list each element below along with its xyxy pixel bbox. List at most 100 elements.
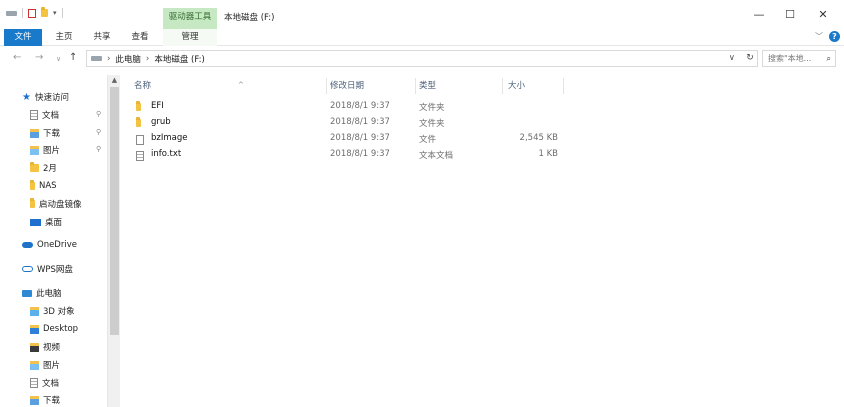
nav-downloads[interactable]: 下载 bbox=[30, 126, 60, 140]
nav-quick-access[interactable]: ★ 快速访问 bbox=[22, 90, 69, 104]
maximize-button[interactable]: ☐ bbox=[775, 8, 805, 24]
breadcrumb-separator: › bbox=[145, 53, 150, 64]
nav-videos[interactable]: 视频 bbox=[30, 340, 60, 354]
nav-item-label: 文档 bbox=[42, 379, 60, 389]
search-input[interactable]: 搜索"本地... ⌕ bbox=[762, 50, 836, 67]
cloud-outline-icon bbox=[22, 266, 33, 272]
recent-locations-icon[interactable]: ∨ bbox=[56, 55, 61, 63]
pictures-icon bbox=[30, 145, 39, 155]
pictures-icon bbox=[30, 360, 39, 370]
videos-icon bbox=[30, 342, 39, 352]
tab-view[interactable]: 查看 bbox=[126, 29, 154, 46]
nav-item-label: 快速访问 bbox=[34, 93, 69, 103]
file-row-info-txt[interactable]: info.txt 2018/8/1 9:37 文本文档 1 KB bbox=[130, 147, 830, 162]
nav-wps-drive[interactable]: WPS网盘 bbox=[22, 262, 73, 276]
column-header-size[interactable]: 大小 bbox=[504, 78, 564, 94]
nav-item-label: 此电脑 bbox=[36, 289, 62, 299]
documents-icon bbox=[30, 378, 38, 388]
minimize-button[interactable]: — bbox=[744, 8, 774, 24]
quick-access-toolbar: ▾ bbox=[6, 7, 63, 18]
file-type: 文件 bbox=[419, 135, 437, 145]
nav-item-label: 启动盘镜像 bbox=[39, 200, 82, 210]
downloads-icon bbox=[30, 128, 39, 138]
new-folder-icon[interactable] bbox=[41, 7, 48, 17]
tab-file[interactable]: 文件 bbox=[4, 29, 42, 46]
tab-manage[interactable]: 管理 bbox=[163, 29, 217, 46]
qat-divider bbox=[61, 8, 63, 18]
tab-share[interactable]: 共享 bbox=[88, 29, 116, 46]
close-button[interactable]: ✕ bbox=[808, 8, 838, 24]
nav-item-label: NAS bbox=[39, 181, 57, 191]
nav-folder-february[interactable]: 2月 bbox=[30, 161, 57, 175]
tab-home[interactable]: 主页 bbox=[50, 29, 78, 46]
refresh-button[interactable]: ↻ bbox=[742, 50, 758, 67]
scrollbar-thumb[interactable] bbox=[110, 87, 119, 335]
nav-folder-nas[interactable]: NAS bbox=[30, 179, 57, 193]
pin-icon[interactable]: ⚲ bbox=[96, 128, 101, 136]
folder-icon bbox=[30, 162, 39, 172]
file-icon bbox=[136, 135, 144, 145]
back-button[interactable]: ← bbox=[13, 52, 21, 63]
file-row-bzimage[interactable]: bzImage 2018/8/1 9:37 文件 2,545 KB bbox=[130, 131, 830, 146]
column-header-modified[interactable]: 修改日期 bbox=[328, 78, 416, 94]
nav-documents-pc[interactable]: 文档 bbox=[30, 376, 59, 390]
ribbon-controls: ﹀ ? bbox=[815, 31, 840, 42]
nav-desktop-folder[interactable]: Desktop bbox=[30, 322, 78, 336]
file-modified: 2018/8/1 9:37 bbox=[330, 101, 390, 111]
file-size: 1 KB bbox=[538, 149, 558, 159]
desktop-icon bbox=[30, 218, 41, 226]
forward-button[interactable]: → bbox=[35, 52, 43, 63]
nav-pictures[interactable]: 图片 bbox=[30, 143, 60, 157]
nav-this-pc[interactable]: 此电脑 bbox=[22, 286, 62, 300]
file-row-efi[interactable]: EFI 2018/8/1 9:37 文件夹 bbox=[130, 99, 830, 114]
file-row-grub[interactable]: grub 2018/8/1 9:37 文件夹 bbox=[130, 115, 830, 130]
expand-ribbon-icon[interactable]: ﹀ bbox=[815, 31, 823, 42]
cloud-icon bbox=[22, 242, 33, 248]
column-header-name[interactable]: 名称 ^ bbox=[134, 78, 327, 94]
qat-dropdown-icon[interactable]: ▾ bbox=[53, 9, 57, 17]
navigation-pane: ★ 快速访问 文档 ⚲ 下载 ⚲ 图片 ⚲ 2月 NAS 启动盘镜像 桌面 On… bbox=[0, 75, 107, 407]
folder-icon bbox=[30, 180, 35, 190]
file-list: 名称 ^ 修改日期 类型 大小 EFI 2018/8/1 9:37 文件夹 gr… bbox=[120, 72, 844, 407]
file-name: grub bbox=[151, 117, 171, 127]
breadcrumb-drive-f[interactable]: 本地磁盘 (F:) bbox=[154, 53, 204, 65]
drive-icon[interactable] bbox=[6, 10, 17, 16]
nav-documents[interactable]: 文档 bbox=[30, 108, 59, 122]
nav-item-label: 3D 对象 bbox=[43, 307, 75, 317]
file-modified: 2018/8/1 9:37 bbox=[330, 133, 390, 143]
search-icon[interactable]: ⌕ bbox=[827, 51, 831, 66]
nav-item-label: 视频 bbox=[43, 343, 61, 353]
file-type: 文本文档 bbox=[419, 151, 454, 161]
3d-objects-icon bbox=[30, 306, 39, 316]
qat-divider bbox=[22, 8, 23, 18]
nav-pane-scrollbar[interactable]: ▲ bbox=[107, 75, 120, 407]
nav-onedrive[interactable]: OneDrive bbox=[22, 238, 77, 252]
documents-icon bbox=[30, 110, 38, 120]
nav-item-label: 图片 bbox=[43, 361, 61, 371]
nav-3d-objects[interactable]: 3D 对象 bbox=[30, 304, 75, 318]
nav-item-label: 图片 bbox=[43, 146, 61, 156]
pin-icon[interactable]: ⚲ bbox=[96, 145, 101, 153]
nav-pictures-pc[interactable]: 图片 bbox=[30, 358, 60, 372]
sort-ascending-icon: ^ bbox=[238, 81, 244, 89]
breadcrumb-this-pc[interactable]: 此电脑 bbox=[115, 53, 141, 65]
nav-desktop[interactable]: 桌面 bbox=[30, 215, 62, 229]
nav-folder-boot-images[interactable]: 启动盘镜像 bbox=[30, 197, 82, 211]
address-dropdown-icon[interactable]: ∨ bbox=[729, 53, 735, 63]
file-type: 文件夹 bbox=[419, 119, 445, 129]
column-header-type[interactable]: 类型 bbox=[417, 78, 503, 94]
nav-downloads-pc[interactable]: 下载 bbox=[30, 393, 60, 407]
folder-icon bbox=[30, 198, 35, 208]
properties-icon[interactable] bbox=[28, 8, 36, 18]
file-size: 2,545 KB bbox=[519, 133, 558, 143]
help-icon[interactable]: ? bbox=[829, 31, 840, 42]
folder-icon bbox=[136, 117, 141, 127]
pin-icon[interactable]: ⚲ bbox=[96, 110, 101, 118]
star-icon: ★ bbox=[22, 91, 31, 103]
file-name: bzImage bbox=[151, 133, 188, 143]
nav-item-label: Desktop bbox=[43, 324, 79, 334]
up-button[interactable]: ↑ bbox=[69, 52, 77, 63]
window-title: 本地磁盘 (F:) bbox=[224, 13, 275, 23]
address-bar[interactable]: › 此电脑 › 本地磁盘 (F:) ∨ bbox=[86, 50, 758, 67]
nav-item-label: OneDrive bbox=[37, 240, 77, 250]
